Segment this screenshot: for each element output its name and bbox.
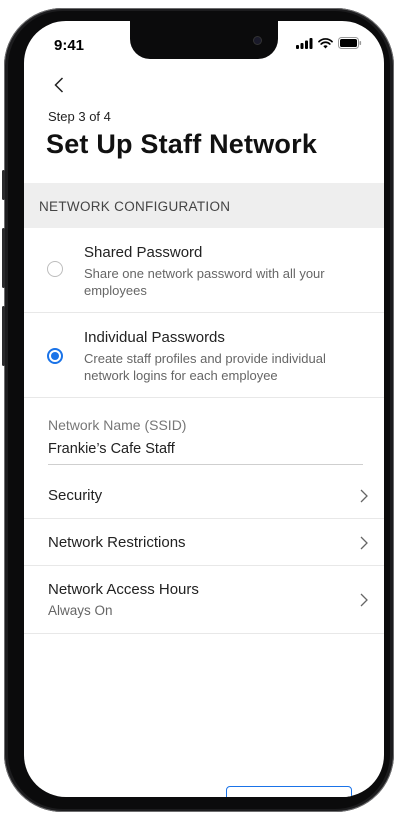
settings-row-security[interactable]: Security (24, 472, 384, 519)
chevron-right-icon (360, 593, 368, 607)
option-title: Individual Passwords (84, 329, 225, 346)
side-button-mute (2, 170, 5, 200)
section-header: NETWORK CONFIGURATION (24, 183, 384, 228)
option-description: Create staff profiles and provide indivi… (84, 351, 326, 383)
notch (130, 21, 278, 59)
row-label: Network Restrictions (48, 534, 186, 551)
status-time: 9:41 (54, 37, 85, 54)
screen: 9:41 Step 3 of 4 Set Up Staff Network NE… (24, 21, 384, 797)
radio-button[interactable] (47, 261, 63, 277)
page-title: Set Up Staff Network (46, 129, 318, 159)
row-sublabel: Always On (48, 603, 113, 618)
wifi-icon (318, 37, 333, 48)
settings-row-network-restrictions[interactable]: Network Restrictions (24, 519, 384, 566)
option-shared-password[interactable]: Shared Password Share one network passwo… (24, 228, 384, 313)
chevron-right-icon (360, 489, 368, 503)
option-individual-passwords[interactable]: Individual Passwords Create staff profil… (24, 313, 384, 398)
radio-button-selected[interactable] (47, 348, 63, 364)
step-indicator: Step 3 of 4 (48, 109, 111, 124)
section-label: NETWORK CONFIGURATION (39, 199, 231, 214)
bottom-action-button[interactable] (226, 786, 352, 797)
input-underline (48, 464, 363, 465)
chevron-right-icon (360, 536, 368, 550)
row-label: Network Access Hours (48, 581, 199, 598)
side-button-volume-up (2, 228, 5, 288)
row-label: Security (48, 487, 103, 504)
network-name-input[interactable]: Frankie’s Cafe Staff (48, 441, 175, 457)
network-name-label: Network Name (SSID) (48, 417, 187, 433)
front-camera (254, 37, 261, 44)
status-icons (296, 37, 362, 49)
battery-icon (338, 37, 362, 49)
chevron-left-icon (54, 77, 64, 93)
settings-row-network-access-hours[interactable]: Network Access Hours Always On (24, 566, 384, 634)
signal-icon (296, 37, 313, 49)
option-title: Shared Password (84, 244, 203, 261)
option-description: Share one network password with all your… (84, 266, 325, 298)
side-button-volume-down (2, 306, 5, 366)
back-button[interactable] (48, 73, 72, 97)
